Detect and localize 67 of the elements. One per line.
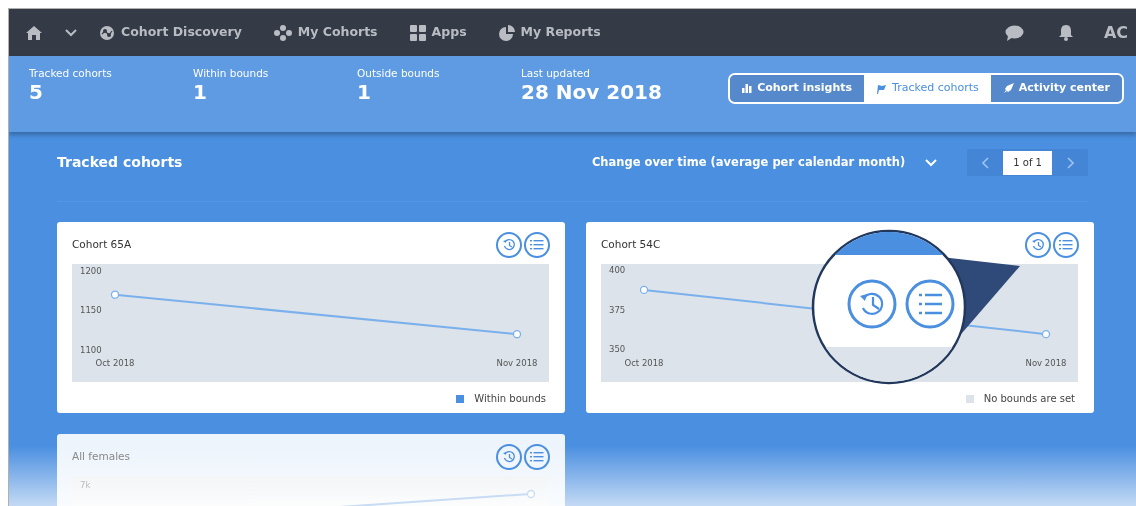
home-button[interactable] bbox=[25, 24, 43, 41]
stat-label: Last updated bbox=[521, 66, 591, 80]
y-axis-label: 1200 bbox=[80, 265, 102, 276]
x-axis-label: Oct 2018 bbox=[624, 357, 664, 368]
legend-label: No bounds are set bbox=[983, 392, 1075, 406]
chevron-down-icon bbox=[65, 28, 77, 37]
chevron-down-icon bbox=[925, 158, 938, 167]
y-axis-label: 400 bbox=[609, 265, 626, 276]
stat-value: 28 Nov 2018 bbox=[521, 80, 663, 104]
section-title: Tracked cohorts bbox=[57, 153, 183, 172]
y-axis-label: 1100 bbox=[80, 344, 102, 355]
chat-button[interactable] bbox=[1004, 24, 1024, 41]
list-icon bbox=[1059, 239, 1073, 251]
chevron-right-icon bbox=[1066, 156, 1074, 169]
nav-link[interactable]: My Cohorts bbox=[273, 23, 378, 42]
history-icon bbox=[502, 450, 516, 464]
bar-chart-icon bbox=[742, 84, 753, 93]
history-icon bbox=[1031, 238, 1045, 252]
home-icon bbox=[25, 24, 43, 41]
menu-dropdown-button[interactable] bbox=[65, 28, 77, 37]
history-icon bbox=[502, 238, 516, 252]
view-tab[interactable]: Activity center bbox=[990, 75, 1122, 102]
notifications-button[interactable] bbox=[1057, 24, 1074, 41]
view-tab[interactable]: Tracked cohorts bbox=[864, 75, 991, 102]
data-point bbox=[639, 285, 649, 295]
card-title: All females bbox=[72, 449, 131, 465]
stat-value: 5 bbox=[29, 80, 44, 104]
data-point bbox=[1041, 330, 1051, 339]
view-tab[interactable]: Cohort insights bbox=[730, 75, 865, 102]
list-button[interactable] bbox=[524, 444, 550, 470]
stat-label: Outside bounds bbox=[357, 66, 441, 80]
nav-link[interactable]: My Reports bbox=[498, 23, 601, 42]
list-icon bbox=[530, 239, 544, 251]
history-button[interactable] bbox=[496, 232, 522, 258]
card-title: Cohort 65A bbox=[72, 237, 132, 253]
bell-icon bbox=[1057, 24, 1074, 41]
chat-icon bbox=[1004, 24, 1024, 41]
stat-label: Tracked cohorts bbox=[29, 66, 113, 80]
y-axis-label: 350 bbox=[609, 344, 626, 355]
x-axis-label: Oct 2018 bbox=[95, 357, 135, 368]
nav-link[interactable]: Cohort Discovery bbox=[99, 23, 242, 42]
page-indicator: 1 of 1 bbox=[1003, 150, 1052, 175]
chevron-left-icon bbox=[981, 156, 989, 169]
x-axis-label: Nov 2018 bbox=[496, 357, 538, 368]
rocket-icon bbox=[1002, 83, 1014, 94]
stat-value: 1 bbox=[193, 80, 208, 104]
globe-icon bbox=[99, 24, 115, 41]
list-icon bbox=[530, 451, 544, 463]
grid-icon bbox=[409, 24, 426, 41]
card-title: Cohort 54C bbox=[601, 237, 661, 253]
list-button[interactable] bbox=[524, 232, 550, 258]
data-point bbox=[110, 290, 120, 299]
stat-label: Within bounds bbox=[193, 66, 270, 80]
nav-link[interactable]: Apps bbox=[409, 23, 467, 42]
history-button[interactable] bbox=[1025, 232, 1051, 258]
stat-value: 1 bbox=[357, 80, 372, 104]
data-point bbox=[512, 330, 522, 339]
y-axis-label: 375 bbox=[609, 304, 626, 315]
legend-label: Within bounds bbox=[474, 392, 546, 406]
dots-icon bbox=[273, 24, 292, 41]
metric-dropdown[interactable]: Change over time (average per calendar month) bbox=[591, 153, 938, 172]
list-button[interactable] bbox=[1053, 232, 1079, 258]
flag-icon bbox=[876, 83, 888, 94]
history-button[interactable] bbox=[496, 444, 522, 470]
y-axis-label: 1150 bbox=[80, 305, 102, 315]
pie-chart-icon bbox=[498, 24, 515, 41]
x-axis-label: Nov 2018 bbox=[1025, 357, 1067, 368]
